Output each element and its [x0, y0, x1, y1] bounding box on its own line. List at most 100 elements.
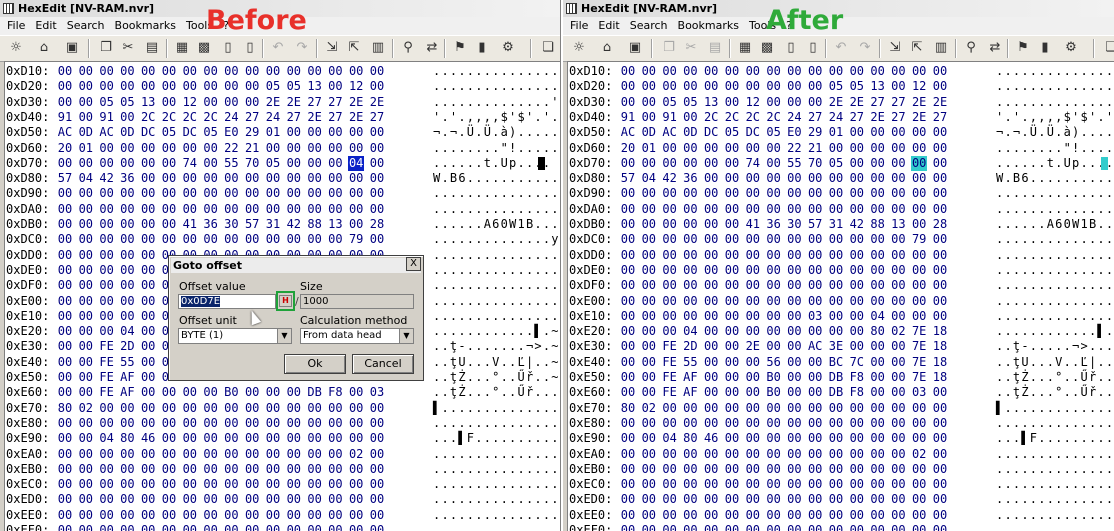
hex-byte[interactable]: 00	[890, 141, 906, 156]
hex-byte[interactable]: 00	[932, 401, 948, 416]
hex-byte[interactable]: 00	[78, 339, 94, 354]
hex-byte[interactable]: 27	[890, 110, 906, 125]
hex-byte[interactable]: 00	[766, 431, 782, 446]
page2-icon[interactable]: ▯	[805, 40, 821, 56]
ascii-column[interactable]: . . . . . . . . . . . . . . . .	[996, 447, 1114, 462]
hex-byte[interactable]: 00	[369, 416, 385, 431]
hex-byte[interactable]: DC	[182, 125, 198, 140]
hex-byte[interactable]: 05	[662, 95, 678, 110]
hex-byte[interactable]: 2E	[265, 95, 281, 110]
hex-byte[interactable]: 00	[57, 508, 73, 523]
hex-byte[interactable]: 42	[99, 171, 115, 186]
hex-byte[interactable]: 00	[786, 447, 802, 462]
hex-byte[interactable]: 00	[807, 186, 823, 201]
hex-byte[interactable]: 00	[265, 447, 281, 462]
hex-byte[interactable]: 00	[641, 508, 657, 523]
hex-byte[interactable]: 00	[203, 416, 219, 431]
hex-byte[interactable]: 00	[724, 186, 740, 201]
hex-byte[interactable]: 00	[57, 248, 73, 263]
ascii-column[interactable]: . . . . . . . . . . . . . . . .	[433, 248, 560, 263]
hex-byte[interactable]: 00	[119, 110, 135, 125]
hex-byte[interactable]: 00	[223, 95, 239, 110]
hex-byte[interactable]: 00	[327, 401, 343, 416]
hex-byte[interactable]: 00	[828, 431, 844, 446]
hex-byte[interactable]: 00	[327, 171, 343, 186]
hex-byte[interactable]: 00	[348, 492, 364, 507]
hex-byte[interactable]: 00	[265, 385, 281, 400]
hex-byte[interactable]: FE	[99, 339, 115, 354]
hex-byte[interactable]: 00	[140, 309, 156, 324]
hex-byte[interactable]: 00	[745, 309, 761, 324]
hex-byte[interactable]: 00	[724, 447, 740, 462]
hex-byte[interactable]: 00	[870, 401, 886, 416]
hex-byte[interactable]: 00	[119, 309, 135, 324]
ascii-column[interactable]: ▌ . . . . . . . . . . . . . . .	[433, 401, 560, 416]
hex-byte[interactable]: 00	[57, 232, 73, 247]
hex-byte[interactable]: 04	[870, 309, 886, 324]
hex-byte[interactable]: 00	[932, 202, 948, 217]
hex-byte[interactable]: 00	[849, 324, 865, 339]
undo-icon[interactable]: ↶	[833, 40, 849, 56]
hex-byte[interactable]: 00	[745, 492, 761, 507]
hex-byte[interactable]: 00	[911, 141, 927, 156]
hex-byte[interactable]: 24	[265, 110, 281, 125]
hex-byte[interactable]: 00	[911, 202, 927, 217]
hex-byte[interactable]: 00	[766, 202, 782, 217]
hex-byte[interactable]: 04	[662, 431, 678, 446]
hex-byte[interactable]: 05	[828, 156, 844, 171]
hex-byte[interactable]: 00	[620, 186, 636, 201]
hex-byte[interactable]: 00	[724, 95, 740, 110]
hex-byte[interactable]: 00	[140, 278, 156, 293]
ascii-column[interactable]: . . . . . . . . " ! . . . . . .	[996, 141, 1114, 156]
hex-byte[interactable]: 00	[890, 462, 906, 477]
hex-byte[interactable]: 00	[703, 370, 719, 385]
hex-byte[interactable]: 00	[745, 141, 761, 156]
hex-byte[interactable]: 27	[244, 110, 260, 125]
hex-byte[interactable]: 00	[828, 416, 844, 431]
hex-byte[interactable]: 80	[119, 431, 135, 446]
hex-byte[interactable]: 13	[327, 217, 343, 232]
hex-byte[interactable]: 13	[140, 95, 156, 110]
ascii-column[interactable]: ▌ . . . . . . . . . . . . . . .	[996, 401, 1114, 416]
hex-byte[interactable]: 00	[348, 508, 364, 523]
hex-byte[interactable]: 00	[870, 462, 886, 477]
hex-byte[interactable]: 36	[203, 217, 219, 232]
hex-byte[interactable]: 00	[161, 202, 177, 217]
hex-byte[interactable]: 00	[78, 110, 94, 125]
hex-byte[interactable]: 00	[703, 171, 719, 186]
hex-byte[interactable]: 00	[203, 523, 219, 531]
hex-byte[interactable]: 00	[327, 508, 343, 523]
ascii-column[interactable]: . . . . . . . . . . . . . . ' .	[433, 95, 560, 110]
hex-byte[interactable]: 00	[99, 202, 115, 217]
ascii-column[interactable]: . . . . . . . . . . . . . . . .	[996, 416, 1114, 431]
hex-byte[interactable]: 22	[786, 141, 802, 156]
hex-byte[interactable]: 00	[870, 248, 886, 263]
hex-byte[interactable]: 00	[745, 171, 761, 186]
grid-icon[interactable]: ▦	[174, 40, 190, 56]
hex-byte[interactable]: 00	[620, 431, 636, 446]
hex-byte[interactable]: 00	[890, 355, 906, 370]
hex-byte[interactable]: 00	[57, 217, 73, 232]
ascii-column[interactable]: . . . . . . . . . . . . . . . .	[433, 186, 560, 201]
ascii-column[interactable]: . . ţ Ż . . . ° . . Ű ř . . . .	[996, 385, 1114, 400]
hex-byte[interactable]: 05	[682, 95, 698, 110]
hex-byte[interactable]: 00	[327, 477, 343, 492]
hex-byte[interactable]: 00	[911, 508, 927, 523]
hex-byte[interactable]: 00	[641, 431, 657, 446]
hex-byte[interactable]: 05	[265, 79, 281, 94]
hex-byte[interactable]: 00	[703, 508, 719, 523]
hex-byte[interactable]: 00	[911, 523, 927, 531]
hex-byte[interactable]: 00	[307, 462, 323, 477]
hex-byte[interactable]: 42	[662, 171, 678, 186]
hex-byte[interactable]: 21	[807, 141, 823, 156]
hex-byte[interactable]: 00	[662, 462, 678, 477]
hex-byte[interactable]: 00	[745, 523, 761, 531]
hex-byte[interactable]: 70	[244, 156, 260, 171]
hex-byte[interactable]: 00	[766, 477, 782, 492]
hex-byte[interactable]: 00	[849, 202, 865, 217]
hex-byte[interactable]: 00	[932, 125, 948, 140]
hex-byte[interactable]: 00	[766, 156, 782, 171]
hex-byte[interactable]: 2E	[348, 95, 364, 110]
hex-byte[interactable]: 00	[99, 294, 115, 309]
hex-byte[interactable]: 00	[57, 447, 73, 462]
